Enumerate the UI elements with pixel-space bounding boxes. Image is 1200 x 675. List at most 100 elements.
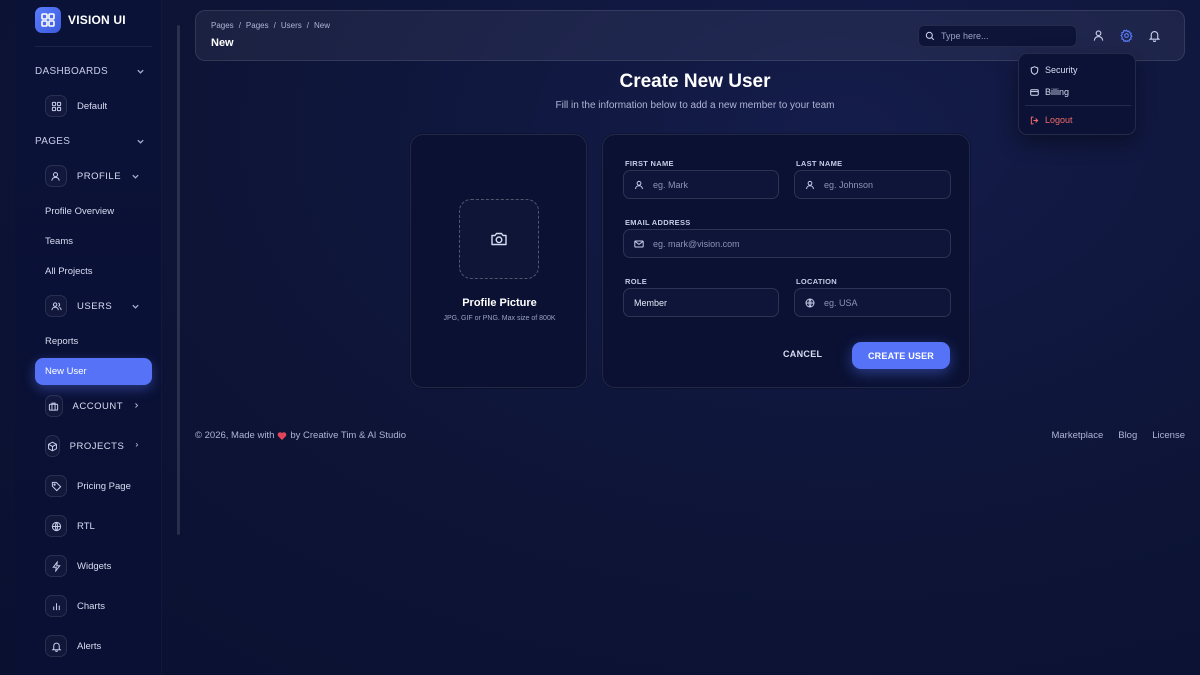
brand[interactable]: VISION UI (35, 7, 126, 33)
role-select[interactable]: Member (623, 288, 779, 317)
sidebar-item-label: Pricing Page (77, 480, 131, 492)
footer-link-blog[interactable]: Blog (1118, 430, 1137, 441)
breadcrumb-item[interactable]: Users (281, 21, 302, 30)
breadcrumb-separator: / (273, 21, 276, 30)
dropdown-item-logout[interactable]: Logout (1030, 115, 1073, 125)
brand-divider (35, 46, 152, 47)
lightning-icon (45, 555, 67, 577)
create-user-subtitle: Fill in the information below to add a n… (555, 100, 835, 111)
sidebar-item-account[interactable]: ACCOUNT (45, 395, 140, 417)
bell-icon[interactable] (1148, 29, 1161, 42)
email-label: EMAIL ADDRESS (625, 218, 691, 227)
sidebar-item-widgets[interactable]: Widgets (45, 555, 111, 577)
page-title: New (211, 37, 234, 49)
sidebar-item-projects[interactable]: PROJECTS (45, 435, 140, 457)
user-icon (634, 180, 644, 190)
first-name-label: FIRST NAME (625, 159, 674, 168)
grid-icon (45, 95, 67, 117)
location-input[interactable] (824, 297, 950, 308)
nav-section-dashboards[interactable]: DASHBOARDS (35, 66, 145, 77)
globe-icon (45, 515, 67, 537)
sidebar-item-profile-overview[interactable]: Profile Overview (45, 206, 114, 217)
chevron-down-icon (136, 137, 145, 146)
search-input[interactable] (941, 31, 1071, 41)
breadcrumb-item[interactable]: Pages (246, 21, 269, 30)
footer-credits: © 2026, Made with by Creative Tim & AI S… (195, 430, 406, 441)
user-icon (805, 180, 815, 190)
nav-section-pages[interactable]: PAGES (35, 136, 145, 147)
create-user-title: Create New User (619, 71, 771, 92)
role-label: ROLE (625, 277, 648, 286)
dropdown-item-label: Logout (1045, 115, 1073, 125)
sidebar-item-profile[interactable]: PROFILE (45, 165, 140, 187)
profile-picture-card: Profile Picture JPG, GIF or PNG. Max siz… (410, 134, 587, 388)
sidebar-scrollbar[interactable] (177, 25, 180, 535)
user-form-card: FIRST NAME LAST NAME EMAIL ADDRESS ROLE … (602, 134, 970, 388)
first-name-field[interactable] (623, 170, 779, 199)
sidebar-item-default[interactable]: Default (45, 95, 107, 117)
sidebar-item-new-user[interactable]: New User (35, 358, 152, 385)
tag-icon (45, 475, 67, 497)
breadcrumb-separator: / (238, 21, 241, 30)
profile-picture-title: Profile Picture (462, 297, 537, 309)
chevron-down-icon (136, 67, 145, 76)
footer-prefix: © 2026, Made with (195, 430, 275, 441)
briefcase-icon (45, 395, 63, 417)
sidebar-item-label: ACCOUNT (72, 400, 124, 412)
footer-link-marketplace[interactable]: Marketplace (1051, 430, 1103, 441)
chevron-right-icon (133, 402, 140, 411)
chevron-down-icon (131, 172, 140, 181)
cube-icon (45, 435, 60, 457)
first-name-input[interactable] (653, 179, 778, 190)
sidebar-item-reports[interactable]: Reports (45, 336, 78, 347)
sidebar-item-users[interactable]: USERS (45, 295, 140, 317)
gear-icon[interactable] (1120, 29, 1133, 42)
breadcrumb-separator: / (306, 21, 309, 30)
settings-dropdown: Security Billing Logout (1018, 53, 1136, 135)
email-input[interactable] (653, 238, 950, 249)
sidebar-item-label: Alerts (77, 640, 102, 652)
cancel-button[interactable]: CANCEL (783, 349, 822, 359)
logout-icon (1030, 116, 1039, 125)
user-icon[interactable] (1092, 29, 1105, 42)
nav-section-label: DASHBOARDS (35, 66, 109, 77)
chevron-right-icon (134, 442, 140, 451)
breadcrumb: Pages / Pages / Users / New (211, 21, 330, 30)
heart-icon (277, 431, 287, 441)
camera-icon (489, 229, 509, 249)
sidebar-item-pricing[interactable]: Pricing Page (45, 475, 131, 497)
sidebar-item-label: Widgets (77, 560, 112, 572)
users-icon (45, 295, 67, 317)
sidebar-item-alerts[interactable]: Alerts (45, 635, 101, 657)
footer-suffix: by Creative Tim & AI Studio (290, 430, 406, 441)
role-value: Member (634, 297, 668, 308)
sidebar-item-label: Charts (77, 600, 105, 612)
search-box[interactable] (918, 25, 1077, 47)
search-icon (925, 31, 935, 41)
breadcrumb-item[interactable]: Pages (211, 21, 234, 30)
sidebar: VISION UI DASHBOARDS Default PAGES PROFI… (15, 0, 162, 675)
sidebar-item-all-projects[interactable]: All Projects (45, 266, 93, 277)
profile-picture-hint: JPG, GIF or PNG. Max size of 800K (443, 315, 556, 322)
location-field[interactable] (794, 288, 951, 317)
footer-links: Marketplace Blog License (1051, 430, 1185, 441)
profile-picture-upload[interactable] (459, 199, 539, 279)
footer-link-license[interactable]: License (1152, 430, 1185, 441)
sidebar-item-charts[interactable]: Charts (45, 595, 105, 617)
sidebar-item-label: PROJECTS (69, 440, 125, 452)
last-name-field[interactable] (794, 170, 951, 199)
sidebar-item-label: RTL (77, 520, 95, 532)
sidebar-item-label: Default (77, 100, 108, 112)
nav-section-label: PAGES (35, 136, 71, 147)
brand-name: VISION UI (68, 13, 126, 27)
create-user-button[interactable]: CREATE USER (852, 342, 950, 369)
sidebar-item-label: PROFILE (76, 170, 122, 182)
sidebar-item-rtl[interactable]: RTL (45, 515, 95, 537)
bell-icon (45, 635, 67, 657)
sidebar-item-teams[interactable]: Teams (45, 236, 73, 247)
bar-chart-icon (45, 595, 67, 617)
breadcrumb-current: New (313, 21, 330, 30)
email-field[interactable] (623, 229, 951, 258)
mail-icon (634, 239, 644, 249)
last-name-input[interactable] (824, 179, 950, 190)
